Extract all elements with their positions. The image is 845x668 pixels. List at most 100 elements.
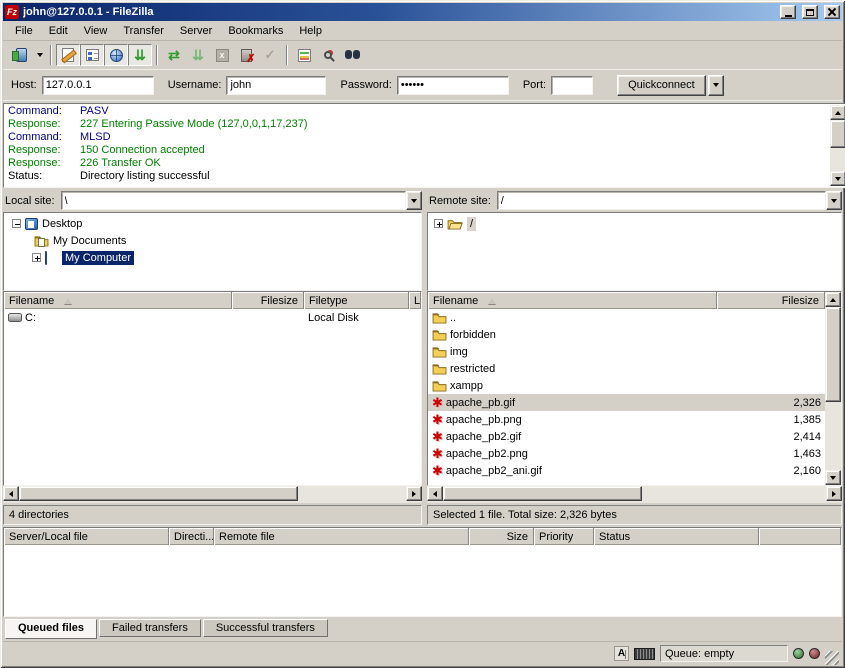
directory-comparison-button[interactable]: [292, 44, 316, 66]
remote-vertical-scrollbar[interactable]: [825, 292, 841, 485]
column-direction[interactable]: Directi...: [169, 528, 214, 545]
find-files-button[interactable]: [340, 44, 364, 66]
folder-icon: [432, 312, 447, 324]
remote-file-row[interactable]: ✱apache_pb.png 1,385: [428, 411, 825, 428]
remote-file-row[interactable]: restricted: [428, 360, 825, 377]
scroll-thumb[interactable]: [19, 486, 298, 501]
titlebar[interactable]: Fz john@127.0.0.1 - FileZilla: [3, 3, 842, 21]
menu-server[interactable]: Server: [172, 22, 220, 40]
scroll-track[interactable]: [19, 486, 406, 503]
toggle-queue-button[interactable]: ⇊: [128, 44, 152, 66]
scroll-thumb[interactable]: [830, 120, 845, 148]
tree-item-my-computer[interactable]: My Computer: [4, 249, 421, 266]
local-file-row[interactable]: C: Local Disk: [4, 309, 421, 326]
arrow-right-icon: [412, 491, 416, 497]
message-log: Command:PASV Response:227 Entering Passi…: [3, 103, 845, 188]
menu-file[interactable]: File: [7, 22, 41, 40]
scroll-down-button[interactable]: [825, 470, 841, 485]
scroll-track[interactable]: [443, 486, 826, 503]
message-log-icon: [62, 48, 74, 62]
site-manager-dropdown[interactable]: [33, 44, 46, 66]
scroll-track[interactable]: [825, 307, 841, 470]
site-manager-button[interactable]: [9, 44, 33, 66]
reconnect-button[interactable]: ✓: [258, 44, 282, 66]
expand-icon[interactable]: [32, 253, 41, 262]
scroll-left-button[interactable]: [427, 486, 443, 501]
toggle-remote-tree-button[interactable]: [104, 44, 128, 66]
remote-file-row-selected[interactable]: ✱apache_pb.gif 2,326: [428, 394, 825, 411]
column-remote-file[interactable]: Remote file: [214, 528, 469, 545]
remote-file-row[interactable]: img: [428, 343, 825, 360]
scroll-up-button[interactable]: [825, 292, 841, 307]
quickconnect-button[interactable]: Quickconnect: [617, 75, 706, 96]
remote-file-row[interactable]: ✱apache_pb2.gif 2,414: [428, 428, 825, 445]
remote-site-input[interactable]: [497, 191, 826, 210]
image-file-icon: ✱: [432, 464, 443, 477]
column-server-local-file[interactable]: Server/Local file: [4, 528, 169, 545]
toggle-local-tree-button[interactable]: [80, 44, 104, 66]
tab-successful-transfers[interactable]: Successful transfers: [203, 619, 328, 637]
image-file-icon: ✱: [432, 430, 443, 443]
scroll-left-button[interactable]: [3, 486, 19, 501]
column-filename[interactable]: Filename: [428, 292, 717, 309]
scroll-thumb[interactable]: [825, 307, 841, 402]
minimize-button[interactable]: [780, 5, 796, 19]
log-scrollbar[interactable]: [830, 105, 845, 186]
resize-grip[interactable]: [825, 651, 839, 665]
scroll-track[interactable]: [830, 120, 845, 171]
disconnect-button[interactable]: ✗: [234, 44, 258, 66]
port-input[interactable]: [551, 76, 593, 95]
remote-tree: /: [427, 212, 842, 291]
column-status[interactable]: Status: [594, 528, 759, 545]
cancel-button[interactable]: x: [210, 44, 234, 66]
remote-file-row[interactable]: ✱apache_pb2_ani.gif 2,160: [428, 462, 825, 479]
column-last-modified[interactable]: L: [409, 292, 421, 309]
column-filetype[interactable]: Filetype: [304, 292, 409, 309]
tree-item-root[interactable]: /: [428, 215, 841, 232]
scroll-right-button[interactable]: [406, 486, 422, 501]
tab-queued-files[interactable]: Queued files: [5, 619, 97, 639]
local-horizontal-scrollbar[interactable]: [3, 486, 422, 503]
menu-bookmarks[interactable]: Bookmarks: [220, 22, 291, 40]
local-site-dropdown[interactable]: [406, 191, 422, 210]
remote-site-combo[interactable]: [497, 191, 842, 211]
column-size[interactable]: Size: [469, 528, 534, 545]
column-filesize[interactable]: Filesize: [232, 292, 304, 309]
column-priority[interactable]: Priority: [534, 528, 594, 545]
column-filename[interactable]: Filename: [4, 292, 232, 309]
scroll-thumb[interactable]: [443, 486, 642, 501]
remote-file-row[interactable]: ✱apache_pb2.png 1,463: [428, 445, 825, 462]
remote-file-row[interactable]: ..: [428, 309, 825, 326]
tree-item-desktop[interactable]: Desktop: [4, 215, 421, 232]
scroll-down-button[interactable]: [830, 171, 845, 186]
menu-edit[interactable]: Edit: [41, 22, 76, 40]
remote-site-dropdown[interactable]: [826, 191, 842, 210]
password-input[interactable]: [397, 76, 509, 95]
remote-file-row[interactable]: xampp: [428, 377, 825, 394]
quickconnect-dropdown[interactable]: [708, 75, 724, 96]
column-filesize[interactable]: Filesize: [717, 292, 825, 309]
close-button[interactable]: [824, 5, 840, 19]
tree-item-my-documents[interactable]: My Documents: [4, 232, 421, 249]
refresh-button[interactable]: ⇄: [162, 44, 186, 66]
local-site-combo[interactable]: [61, 191, 422, 211]
collapse-icon[interactable]: [12, 219, 21, 228]
toggle-log-button[interactable]: [56, 44, 80, 66]
local-site-input[interactable]: [61, 191, 406, 210]
remote-file-row[interactable]: forbidden: [428, 326, 825, 343]
process-queue-button[interactable]: ⇊: [186, 44, 210, 66]
username-input[interactable]: [226, 76, 326, 95]
menu-transfer[interactable]: Transfer: [115, 22, 172, 40]
menu-help[interactable]: Help: [291, 22, 330, 40]
synchronized-browsing-button[interactable]: [316, 44, 340, 66]
host-input[interactable]: [42, 76, 154, 95]
expand-icon[interactable]: [434, 219, 443, 228]
menu-view[interactable]: View: [76, 22, 116, 40]
site-manager-icon: [16, 48, 27, 62]
scroll-up-button[interactable]: [830, 105, 845, 120]
host-label: Host:: [11, 79, 37, 91]
scroll-right-button[interactable]: [826, 486, 842, 501]
remote-horizontal-scrollbar[interactable]: [427, 486, 842, 503]
tab-failed-transfers[interactable]: Failed transfers: [99, 619, 201, 637]
maximize-button[interactable]: [802, 5, 818, 19]
